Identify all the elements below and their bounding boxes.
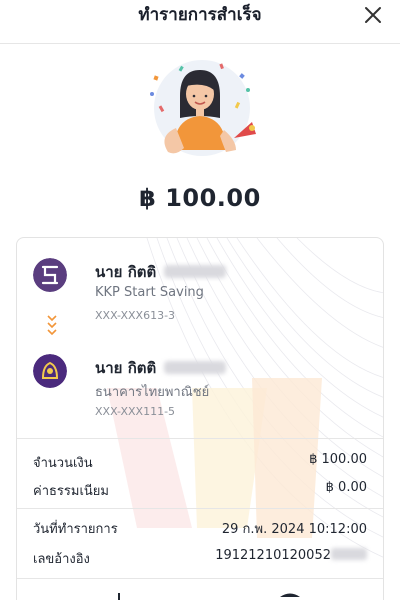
- close-icon[interactable]: [362, 4, 384, 26]
- divider: [17, 438, 383, 439]
- fee-value: ฿ 0.00: [325, 480, 367, 495]
- sender-bank: KKP Start Saving: [95, 285, 204, 300]
- receiver-name-redacted: [164, 361, 227, 374]
- fee-row: ค่าธรรมเนียม ฿ 0.00: [33, 480, 367, 500]
- divider: [17, 578, 383, 579]
- chevrons-down-icon: [47, 315, 57, 336]
- reference-redacted: [331, 548, 367, 560]
- receiver-bank: ธนาคารไทยพาณิชย์: [95, 385, 210, 400]
- kkp-logo-icon: [33, 258, 67, 292]
- divider: [17, 508, 383, 509]
- receiver-account: XXX-XXX111-5: [95, 405, 176, 418]
- scb-logo-icon: [33, 354, 67, 388]
- bottom-actions: [118, 593, 300, 600]
- amount-value: ฿ 100.00: [309, 452, 367, 467]
- download-icon: [118, 593, 120, 600]
- share-icon: [280, 593, 300, 597]
- amount-row: จำนวนเงิน ฿ 100.00: [33, 452, 367, 472]
- sender-name-redacted: [164, 265, 227, 278]
- receipt-card: นาย กิตติ KKP Start Saving XXX-XXX613-3 …: [16, 237, 384, 600]
- sender-name: นาย กิตติ: [95, 260, 227, 284]
- date-value: 29 ก.พ. 2024 10:12:00: [221, 522, 367, 537]
- reference-label: เลขอ้างอิง: [33, 552, 90, 567]
- date-label: วันที่ทำรายการ: [33, 522, 118, 537]
- reference-value: 19121210120052: [215, 548, 367, 563]
- reference-row: เลขอ้างอิง 19121210120052: [33, 548, 367, 568]
- fee-label: ค่าธรรมเนียม: [33, 484, 109, 499]
- header-bar: ทำรายการสำเร็จ: [0, 0, 400, 44]
- success-illustration: [150, 60, 256, 156]
- transfer-amount: ฿ 100.00: [139, 184, 261, 212]
- date-row: วันที่ทำรายการ 29 ก.พ. 2024 10:12:00: [33, 518, 367, 538]
- receiver-name: นาย กิตติ: [95, 356, 227, 380]
- page-title: ทำรายการสำเร็จ: [138, 5, 262, 25]
- sender-account: XXX-XXX613-3: [95, 309, 176, 322]
- amount-label: จำนวนเงิน: [33, 456, 93, 471]
